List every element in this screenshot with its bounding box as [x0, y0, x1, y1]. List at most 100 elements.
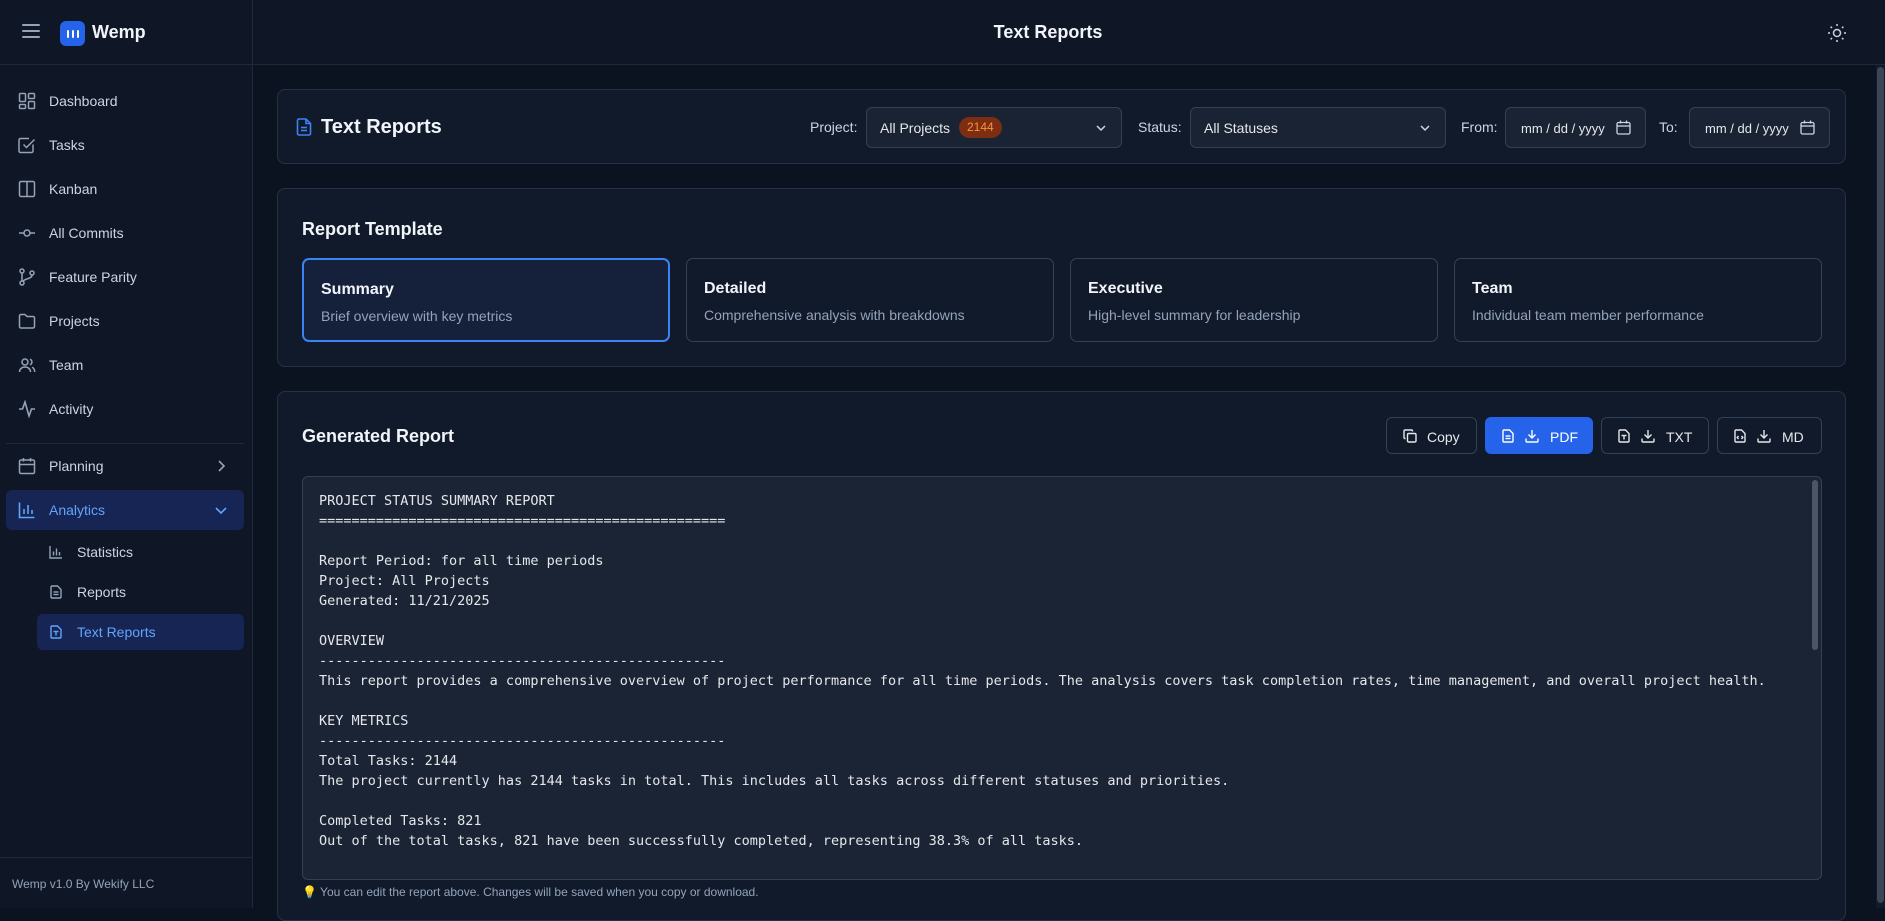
to-date-label: To:: [1659, 119, 1678, 135]
page-scrollbar[interactable]: [1876, 65, 1885, 908]
calendar-icon[interactable]: [1616, 120, 1631, 135]
download-icon: [1757, 429, 1771, 443]
sidebar-item-team[interactable]: Team: [6, 345, 244, 385]
project-select-value: All Projects: [880, 120, 951, 136]
bar-chart-icon: [18, 501, 36, 519]
file-icon: [1501, 429, 1515, 443]
report-text[interactable]: PROJECT STATUS SUMMARY REPORT ==========…: [319, 491, 1789, 851]
calendar-icon[interactable]: [1800, 120, 1815, 135]
branch-icon: [18, 268, 36, 286]
sidebar-item-label: Dashboard: [49, 93, 118, 109]
main-content: Text Reports Project: All Projects 2144 …: [253, 65, 1885, 921]
app-root: Wemp Dashboard Tasks Kanban All Commits: [0, 0, 1885, 921]
section-title: Report Template: [302, 219, 443, 239]
sidebar-footer: Wemp v1.0 By Wekify LLC: [0, 857, 253, 908]
brand-header: Wemp: [0, 0, 253, 65]
topbar: Text Reports: [253, 0, 1885, 65]
sidebar-item-label: Tasks: [49, 137, 85, 153]
copy-icon: [1403, 429, 1417, 443]
sidebar: Wemp Dashboard Tasks Kanban All Commits: [0, 0, 253, 908]
sidebar-item-projects[interactable]: Projects: [6, 301, 244, 341]
sidebar-item-tasks[interactable]: Tasks: [6, 125, 244, 165]
from-date-input[interactable]: mm / dd / yyyy: [1505, 107, 1646, 148]
page-title: Text Reports: [993, 22, 1103, 42]
status-select-value: All Statuses: [1204, 120, 1278, 136]
download-md-button[interactable]: MD: [1717, 417, 1822, 454]
sidebar-item-feature-parity[interactable]: Feature Parity: [6, 257, 244, 297]
sidebar-item-label: Activity: [49, 401, 94, 417]
button-label: MD: [1782, 429, 1804, 445]
sidebar-item-label: Projects: [49, 313, 100, 329]
generated-report-panel: Generated Report Copy PDF TXT MD PROJECT…: [277, 391, 1846, 921]
file-code-icon: [1733, 429, 1747, 443]
sidebar-item-kanban[interactable]: Kanban: [6, 169, 244, 209]
file-text-icon: [1617, 429, 1631, 443]
activity-icon: [18, 400, 36, 418]
sidebar-subitem-statistics[interactable]: Statistics: [37, 534, 244, 570]
button-label: PDF: [1550, 429, 1578, 445]
dashboard-icon: [18, 92, 36, 110]
scrollbar-thumb[interactable]: [1812, 480, 1818, 650]
chevron-down-icon: [1095, 122, 1107, 134]
sidebar-item-all-commits[interactable]: All Commits: [6, 213, 244, 253]
kanban-icon: [18, 180, 36, 198]
document-icon: [49, 585, 63, 599]
chevron-right-icon: [214, 459, 228, 473]
template-name: Team: [1472, 280, 1513, 297]
commit-icon: [18, 224, 36, 242]
template-description: High-level summary for leadership: [1088, 307, 1301, 323]
template-card-detailed[interactable]: Detailed Comprehensive analysis with bre…: [686, 258, 1054, 342]
filter-bar: Text Reports Project: All Projects 2144 …: [277, 89, 1846, 164]
to-date-value: mm / dd / yyyy: [1705, 121, 1789, 136]
sidebar-item-label: Feature Parity: [49, 269, 137, 285]
sidebar-subitem-label: Text Reports: [77, 624, 156, 640]
users-icon: [18, 356, 36, 374]
bar-chart-icon: [49, 545, 63, 559]
download-pdf-button[interactable]: PDF: [1485, 417, 1593, 454]
template-card-executive[interactable]: Executive High-level summary for leaders…: [1070, 258, 1438, 342]
chevron-down-icon: [1419, 122, 1431, 134]
download-txt-button[interactable]: TXT: [1601, 417, 1709, 454]
sidebar-item-planning[interactable]: Planning: [6, 446, 244, 486]
button-label: TXT: [1666, 429, 1693, 445]
from-date-value: mm / dd / yyyy: [1521, 121, 1605, 136]
sidebar-item-label: All Commits: [49, 225, 124, 241]
status-select[interactable]: All Statuses: [1190, 107, 1446, 148]
edit-hint: 💡 You can edit the report above. Changes…: [302, 885, 759, 899]
sidebar-subitem-label: Statistics: [77, 544, 134, 560]
sidebar-item-label: Kanban: [49, 181, 98, 197]
document-text-icon: [49, 625, 63, 639]
sidebar-item-activity[interactable]: Activity: [6, 389, 244, 429]
sidebar-divider: [6, 443, 244, 444]
download-icon: [1641, 429, 1655, 443]
project-select[interactable]: All Projects 2144: [866, 107, 1122, 148]
sidebar-subitem-text-reports[interactable]: Text Reports: [37, 614, 244, 650]
theme-toggle-sun-icon[interactable]: [1827, 23, 1847, 43]
sidebar-item-dashboard[interactable]: Dashboard: [6, 81, 244, 121]
report-scrollbar[interactable]: [1812, 478, 1820, 878]
sidebar-item-label: Planning: [49, 458, 104, 474]
template-description: Comprehensive analysis with breakdowns: [704, 307, 965, 323]
version-text: Wemp v1.0 By Wekify LLC: [12, 877, 155, 891]
calendar-icon: [18, 457, 36, 475]
download-icon: [1525, 429, 1539, 443]
to-date-input[interactable]: mm / dd / yyyy: [1689, 107, 1830, 148]
chevron-down-icon: [214, 503, 228, 517]
document-text-icon: [296, 118, 312, 136]
template-description: Individual team member performance: [1472, 307, 1704, 323]
template-name: Summary: [321, 281, 394, 298]
report-textarea[interactable]: PROJECT STATUS SUMMARY REPORT ==========…: [302, 476, 1822, 880]
app-logo: [60, 21, 85, 46]
template-description: Brief overview with key metrics: [321, 308, 513, 324]
template-name: Executive: [1088, 280, 1163, 297]
section-title: Generated Report: [302, 426, 455, 446]
template-card-summary[interactable]: Summary Brief overview with key metrics: [302, 258, 670, 342]
scrollbar-thumb[interactable]: [1877, 67, 1884, 903]
template-card-team[interactable]: Team Individual team member performance: [1454, 258, 1822, 342]
sidebar-item-analytics[interactable]: Analytics: [6, 490, 244, 530]
copy-button[interactable]: Copy: [1386, 417, 1477, 454]
sidebar-subitem-label: Reports: [77, 584, 127, 600]
sidebar-subitem-reports[interactable]: Reports: [37, 574, 244, 610]
menu-icon[interactable]: [22, 24, 40, 42]
section-title: Text Reports: [321, 116, 442, 138]
